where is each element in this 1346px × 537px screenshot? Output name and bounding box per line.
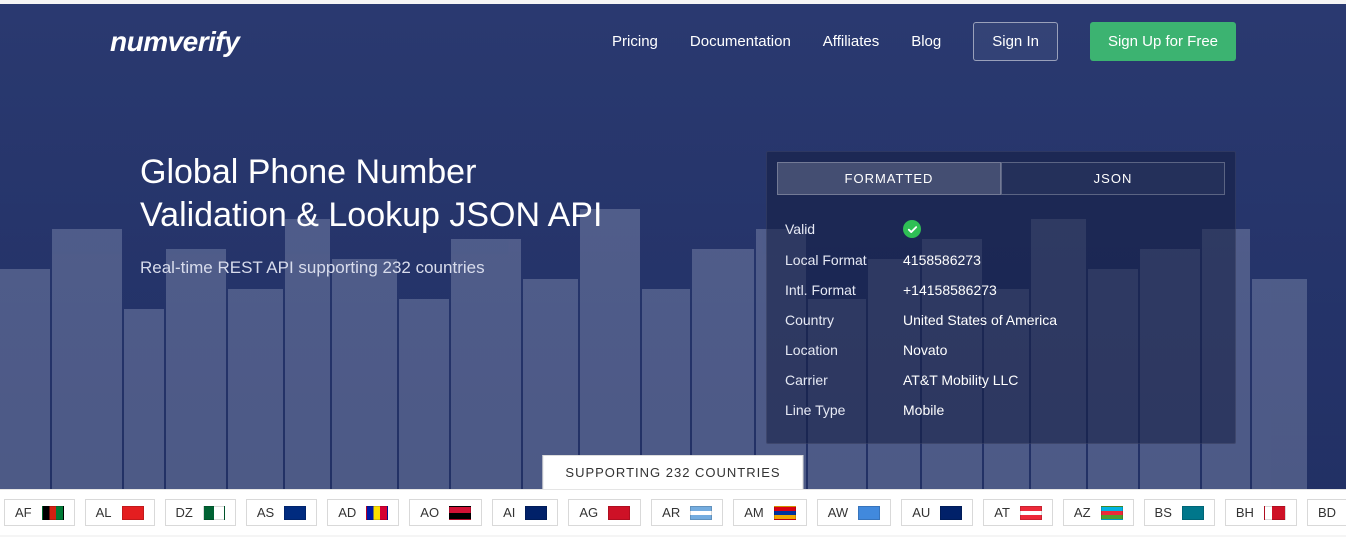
result-rows: Valid Local Format 4158586273 Intl. Form… bbox=[777, 209, 1225, 425]
headline-line2: Validation & Lookup JSON API bbox=[140, 196, 602, 234]
sign-in-button[interactable]: Sign In bbox=[973, 22, 1058, 61]
country-chip-at[interactable]: AT bbox=[983, 499, 1053, 526]
country-chip-al[interactable]: AL bbox=[85, 499, 155, 526]
sign-up-button[interactable]: Sign Up for Free bbox=[1090, 22, 1236, 61]
country-chip-bh[interactable]: BH bbox=[1225, 499, 1297, 526]
country-code: BD bbox=[1318, 505, 1336, 520]
country-code: DZ bbox=[176, 505, 193, 520]
flag-icon bbox=[1101, 506, 1123, 520]
flag-icon bbox=[203, 506, 225, 520]
nav-links: Pricing Documentation Affiliates Blog Si… bbox=[612, 22, 1236, 61]
hero: numverify Pricing Documentation Affiliat… bbox=[0, 4, 1346, 489]
country-strip[interactable]: AF AL DZ AS AD AO AI AG AR AM AW AU AT A… bbox=[0, 489, 1346, 535]
country-chip-ai[interactable]: AI bbox=[492, 499, 558, 526]
headline: Global Phone Number Validation & Lookup … bbox=[140, 151, 706, 236]
country-chip-ad[interactable]: AD bbox=[327, 499, 399, 526]
country-chip-ar[interactable]: AR bbox=[651, 499, 723, 526]
label-local-format: Local Format bbox=[785, 252, 903, 268]
tab-formatted[interactable]: FORMATTED bbox=[777, 162, 1001, 195]
value-intl-format: +14158586273 bbox=[903, 282, 997, 298]
country-code: AW bbox=[828, 505, 848, 520]
panel-tabs: FORMATTED JSON bbox=[777, 162, 1225, 195]
country-code: AG bbox=[579, 505, 598, 520]
row-location: Location Novato bbox=[785, 335, 1217, 365]
navbar: numverify Pricing Documentation Affiliat… bbox=[0, 4, 1346, 61]
flag-icon bbox=[940, 506, 962, 520]
flag-icon bbox=[1264, 506, 1286, 520]
country-code: AF bbox=[15, 505, 32, 520]
value-country: United States of America bbox=[903, 312, 1057, 328]
country-chip-as[interactable]: AS bbox=[246, 499, 317, 526]
row-local-format: Local Format 4158586273 bbox=[785, 245, 1217, 275]
country-code: AI bbox=[503, 505, 515, 520]
flag-icon bbox=[774, 506, 796, 520]
country-chip-bs[interactable]: BS bbox=[1144, 499, 1215, 526]
country-code: AT bbox=[994, 505, 1010, 520]
country-chip-bd[interactable]: BD bbox=[1307, 499, 1346, 526]
country-chip-az[interactable]: AZ bbox=[1063, 499, 1134, 526]
flag-icon bbox=[525, 506, 547, 520]
flag-icon bbox=[1020, 506, 1042, 520]
row-country: Country United States of America bbox=[785, 305, 1217, 335]
country-code: AS bbox=[257, 505, 274, 520]
value-valid bbox=[903, 220, 921, 238]
country-code: AD bbox=[338, 505, 356, 520]
country-chip-af[interactable]: AF bbox=[4, 499, 75, 526]
flag-icon bbox=[858, 506, 880, 520]
nav-pricing[interactable]: Pricing bbox=[612, 33, 658, 50]
subheadline: Real-time REST API supporting 232 countr… bbox=[140, 258, 706, 278]
check-icon bbox=[903, 220, 921, 238]
country-chip-aw[interactable]: AW bbox=[817, 499, 891, 526]
flag-icon bbox=[1182, 506, 1204, 520]
country-code: AU bbox=[912, 505, 930, 520]
supporting-countries-badge: SUPPORTING 232 COUNTRIES bbox=[542, 455, 803, 489]
country-chip-au[interactable]: AU bbox=[901, 499, 973, 526]
country-code: AL bbox=[96, 505, 112, 520]
country-code: BS bbox=[1155, 505, 1172, 520]
value-carrier: AT&T Mobility LLC bbox=[903, 372, 1018, 388]
hero-left: Global Phone Number Validation & Lookup … bbox=[140, 151, 706, 444]
label-carrier: Carrier bbox=[785, 372, 903, 388]
nav-affiliates[interactable]: Affiliates bbox=[823, 33, 879, 50]
value-local-format: 4158586273 bbox=[903, 252, 981, 268]
country-chip-ag[interactable]: AG bbox=[568, 499, 641, 526]
row-valid: Valid bbox=[785, 213, 1217, 245]
value-location: Novato bbox=[903, 342, 947, 358]
country-chip-am[interactable]: AM bbox=[733, 499, 807, 526]
flag-icon bbox=[608, 506, 630, 520]
flag-icon bbox=[366, 506, 388, 520]
country-code: AM bbox=[744, 505, 764, 520]
value-line-type: Mobile bbox=[903, 402, 944, 418]
headline-line1: Global Phone Number bbox=[140, 153, 476, 191]
country-chip-dz[interactable]: DZ bbox=[165, 499, 236, 526]
country-code: AO bbox=[420, 505, 439, 520]
country-code: BH bbox=[1236, 505, 1254, 520]
row-intl-format: Intl. Format +14158586273 bbox=[785, 275, 1217, 305]
flag-icon bbox=[690, 506, 712, 520]
label-intl-format: Intl. Format bbox=[785, 282, 903, 298]
label-line-type: Line Type bbox=[785, 402, 903, 418]
nav-blog[interactable]: Blog bbox=[911, 33, 941, 50]
country-code: AZ bbox=[1074, 505, 1091, 520]
country-code: AR bbox=[662, 505, 680, 520]
flag-icon bbox=[42, 506, 64, 520]
tab-json[interactable]: JSON bbox=[1001, 162, 1225, 195]
row-line-type: Line Type Mobile bbox=[785, 395, 1217, 425]
flag-icon bbox=[449, 506, 471, 520]
flag-icon bbox=[284, 506, 306, 520]
row-carrier: Carrier AT&T Mobility LLC bbox=[785, 365, 1217, 395]
logo[interactable]: numverify bbox=[110, 26, 239, 58]
label-location: Location bbox=[785, 342, 903, 358]
label-country: Country bbox=[785, 312, 903, 328]
label-valid: Valid bbox=[785, 221, 903, 237]
flag-icon bbox=[122, 506, 144, 520]
result-panel: FORMATTED JSON Valid Local Format 415858… bbox=[766, 151, 1236, 444]
hero-content: Global Phone Number Validation & Lookup … bbox=[0, 61, 1346, 444]
nav-documentation[interactable]: Documentation bbox=[690, 33, 791, 50]
country-chip-ao[interactable]: AO bbox=[409, 499, 482, 526]
